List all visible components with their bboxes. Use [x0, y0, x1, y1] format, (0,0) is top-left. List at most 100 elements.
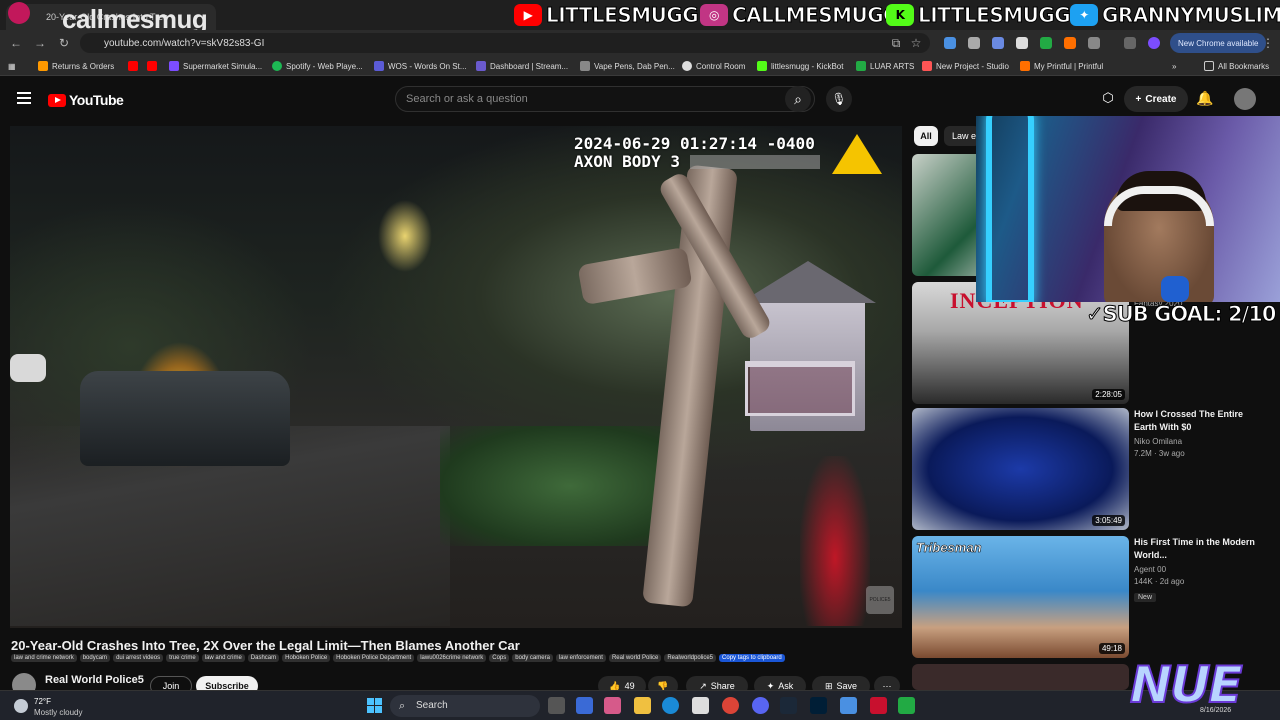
- bookmark-item[interactable]: Supermarket Simula...: [169, 59, 262, 73]
- bookmark-item[interactable]: littlesmugg - KickBot: [757, 59, 843, 73]
- windows-start-icon[interactable]: [367, 698, 382, 713]
- bookmark-item[interactable]: [147, 59, 157, 73]
- tag[interactable]: dui arrest videos: [113, 654, 164, 662]
- forward-icon[interactable]: →: [32, 35, 48, 51]
- bookmark-item[interactable]: Dashboard | Stream...: [476, 59, 568, 73]
- recommended-info[interactable]: How I Crossed The Entire Earth With $0 N…: [1134, 408, 1264, 458]
- recommended-thumbnail[interactable]: Tribesman 49:18: [912, 536, 1129, 658]
- tag[interactable]: Realworldpolice5: [664, 654, 717, 662]
- taskbar-search-label: Search: [416, 700, 448, 711]
- teams-icon[interactable]: [576, 697, 593, 714]
- url-bar[interactable]: youtube.com/watch?v=skV82s83-GI: [80, 33, 930, 53]
- tag[interactable]: law enforcement: [555, 654, 606, 662]
- store-icon[interactable]: [692, 697, 709, 714]
- chrome-icon[interactable]: [722, 697, 739, 714]
- tag[interactable]: true crime: [166, 654, 199, 662]
- social-handle: CALLMESMUGG: [731, 3, 900, 28]
- bookmark-star-icon[interactable]: ☆: [908, 35, 924, 51]
- bookmark-item[interactable]: [128, 59, 138, 73]
- bookmark-item[interactable]: LUAR ARTS: [856, 59, 914, 73]
- account-avatar[interactable]: [1234, 88, 1256, 110]
- search-input[interactable]: Search or ask a question: [395, 86, 815, 112]
- channel-name[interactable]: Real World Police5: [45, 674, 144, 686]
- extension-icon[interactable]: [1064, 37, 1076, 49]
- tag[interactable]: bodycam: [79, 654, 111, 662]
- search-icon[interactable]: ⌕: [785, 86, 811, 112]
- profile-icon[interactable]: [1148, 37, 1160, 49]
- file-explorer-icon[interactable]: [634, 697, 651, 714]
- tag[interactable]: Dashcam: [247, 654, 280, 662]
- tag[interactable]: Hoboken Police Department: [333, 654, 415, 662]
- reading-list-icon[interactable]: [1124, 37, 1136, 49]
- windows-taskbar: 72°F Mostly cloudy ⌕ Search 8/16/2026: [0, 690, 1280, 720]
- copy-tags-button[interactable]: Copy tags to clipboard: [719, 654, 785, 662]
- back-icon[interactable]: ←: [8, 35, 24, 51]
- recommended-channel: Niko Omilana: [1134, 437, 1183, 446]
- recommended-thumbnail[interactable]: [912, 664, 1129, 690]
- twitter-icon: ✦: [1070, 4, 1098, 26]
- youtube-favicon: [128, 61, 138, 71]
- tag[interactable]: Hoboken Police: [282, 654, 331, 662]
- extension-icon[interactable]: [992, 37, 1004, 49]
- chip-all[interactable]: All: [914, 126, 938, 146]
- tag[interactable]: law and crime: [201, 654, 245, 662]
- bookmark-item[interactable]: Spotify - Web Playe...: [272, 59, 363, 73]
- bookmarks-bar: ▦ Returns & Orders Supermarket Simula...…: [0, 56, 1280, 76]
- create-button[interactable]: + Create: [1124, 86, 1188, 112]
- social-handle: GRANNYMUSLIM: [1102, 3, 1280, 28]
- copilot-icon[interactable]: [604, 697, 621, 714]
- social-twitter: ✦ GRANNYMUSLIM: [1070, 1, 1280, 29]
- tag[interactable]: law and crime network: [11, 654, 77, 662]
- install-icon[interactable]: ⧉: [888, 35, 904, 51]
- bookmark-item[interactable]: My Printful | Printful: [1020, 59, 1103, 73]
- apps-grid-icon[interactable]: ▦: [8, 59, 16, 73]
- chip-law[interactable]: Law e: [944, 126, 980, 146]
- extension-icon[interactable]: [968, 37, 980, 49]
- tag[interactable]: lawu0026crime network: [417, 654, 487, 662]
- instagram-icon: ◎: [700, 4, 728, 26]
- bookmarks-overflow-icon[interactable]: »: [1172, 59, 1176, 73]
- checkmark-icon: ✓: [1086, 302, 1105, 327]
- extension-icon[interactable]: [1040, 37, 1052, 49]
- sub-goal-text: ✓SUB GOAL: 2/10: [1086, 302, 1277, 327]
- app-icon[interactable]: [898, 697, 915, 714]
- extension-icon[interactable]: [1016, 37, 1028, 49]
- video-player[interactable]: 2024-06-29 01:27:14 -0400 AXON BODY 3 PO…: [10, 126, 902, 628]
- discord-icon[interactable]: [752, 697, 769, 714]
- all-bookmarks-button[interactable]: All Bookmarks: [1204, 59, 1269, 73]
- extension-icon[interactable]: [944, 37, 956, 49]
- edge-icon[interactable]: [662, 697, 679, 714]
- youtube-logo[interactable]: YouTube: [48, 92, 124, 108]
- extensions-puzzle-icon[interactable]: [1088, 37, 1100, 49]
- notifications-bell-icon[interactable]: 🔔: [1196, 90, 1214, 108]
- folder-icon: [1204, 61, 1214, 71]
- tag[interactable]: body camera: [512, 654, 553, 662]
- menu-icon[interactable]: [17, 92, 31, 104]
- new-chrome-available-button[interactable]: New Chrome available: [1170, 33, 1267, 53]
- bookmark-item[interactable]: Vape Pens, Dab Pen...: [580, 59, 675, 73]
- notepad-icon[interactable]: [840, 697, 857, 714]
- weather-widget[interactable]: 72°F Mostly cloudy: [10, 694, 110, 718]
- photoshop-icon[interactable]: [810, 697, 827, 714]
- recommended-thumbnail[interactable]: 3:05:49: [912, 408, 1129, 530]
- axon-logo-icon: [832, 134, 882, 174]
- taskbar-search[interactable]: ⌕ Search: [390, 695, 540, 717]
- menu-kebab-icon[interactable]: ⋮: [1260, 35, 1276, 51]
- bookmark-item[interactable]: Returns & Orders: [38, 59, 114, 73]
- reload-icon[interactable]: ↻: [56, 35, 72, 51]
- task-view-icon[interactable]: [548, 697, 565, 714]
- channel-watermark[interactable]: POLICE5: [866, 586, 894, 614]
- bookmark-item[interactable]: New Project - Studio: [922, 59, 1009, 73]
- recommended-info[interactable]: His First Time in the Modern World... Ag…: [1134, 536, 1264, 604]
- browser-tab-strip: 20-Year-Old Crashes Into Tree callmesmug…: [0, 0, 1280, 34]
- tag[interactable]: Cops: [489, 654, 510, 662]
- bookmark-item[interactable]: WOS - Words On St...: [374, 59, 467, 73]
- bookmark-label: LUAR ARTS: [870, 61, 915, 71]
- cast-icon[interactable]: ⬡: [1100, 90, 1116, 106]
- app-icon[interactable]: [870, 697, 887, 714]
- bookmark-item[interactable]: Control Room: [682, 59, 745, 73]
- microphone-icon[interactable]: 🎙: [826, 86, 852, 112]
- bookmark-label: littlesmugg - KickBot: [771, 61, 844, 71]
- tag[interactable]: Real world Police: [608, 654, 662, 662]
- steam-icon[interactable]: [780, 697, 797, 714]
